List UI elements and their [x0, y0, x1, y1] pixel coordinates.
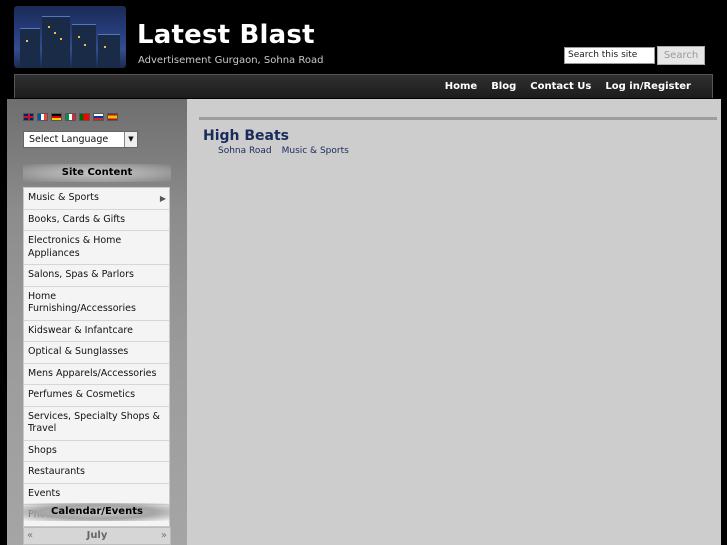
- search-button[interactable]: Search: [657, 46, 705, 65]
- russian-flag-icon[interactable]: [93, 113, 104, 121]
- page-edge: [721, 99, 727, 545]
- logo-building: [20, 28, 40, 68]
- calendar-month: July: [86, 530, 108, 541]
- sidebar: Select Language ▼ Site Content Music & S…: [7, 99, 187, 545]
- site-content-title: Site Content: [23, 164, 171, 182]
- site-header: Latest Blast Advertisement Gurgaon, Sohn…: [0, 0, 727, 74]
- nav-contact-us[interactable]: Contact Us: [523, 75, 598, 99]
- menu-item-music-sports[interactable]: Music & Sports ▶: [24, 188, 169, 210]
- logo-building: [98, 34, 120, 68]
- portuguese-flag-icon[interactable]: [79, 113, 90, 121]
- nav-blog[interactable]: Blog: [484, 75, 523, 99]
- chevron-down-icon: ▼: [124, 132, 137, 147]
- nav-login-register[interactable]: Log in/Register: [598, 75, 698, 99]
- calendar-title: Calendar/Events: [23, 503, 171, 521]
- menu-item-shops[interactable]: Shops: [24, 441, 169, 462]
- logo-window: [60, 38, 62, 40]
- english-flag-icon[interactable]: [23, 113, 34, 121]
- german-flag-icon[interactable]: [51, 113, 62, 121]
- menu-item-home-furnishing[interactable]: Home Furnishing/Accessories: [24, 287, 169, 321]
- menu-item-kidswear[interactable]: Kidswear & Infantcare: [24, 321, 169, 342]
- site-tagline: Advertisement Gurgaon, Sohna Road: [138, 55, 324, 66]
- language-select[interactable]: Select Language ▼: [23, 131, 138, 148]
- post-title[interactable]: High Beats: [203, 128, 289, 144]
- post-meta: Sohna Road Music & Sports: [218, 146, 349, 156]
- menu-item-salons[interactable]: Salons, Spas & Parlors: [24, 265, 169, 287]
- menu-item-restaurants[interactable]: Restaurants: [24, 462, 169, 484]
- main-content: High Beats Sohna Road Music & Sports: [187, 99, 721, 545]
- menu-item-books-cards-gifts[interactable]: Books, Cards & Gifts: [24, 210, 169, 231]
- menu-item-label: Music & Sports: [28, 192, 99, 203]
- menu-item-events[interactable]: Events: [24, 484, 169, 505]
- logo-building: [72, 24, 96, 68]
- nav-home[interactable]: Home: [438, 75, 484, 99]
- logo-window: [78, 36, 80, 38]
- italian-flag-icon[interactable]: [65, 113, 76, 121]
- french-flag-icon[interactable]: [37, 113, 48, 121]
- menu-item-optical[interactable]: Optical & Sunglasses: [24, 342, 169, 364]
- chevron-right-icon: ▶: [159, 194, 166, 203]
- site-content-menu: Music & Sports ▶ Books, Cards & Gifts El…: [23, 187, 170, 527]
- menu-item-services[interactable]: Services, Specialty Shops & Travel: [24, 407, 169, 441]
- spanish-flag-icon[interactable]: [107, 113, 118, 121]
- site-logo[interactable]: [14, 6, 126, 68]
- post-location-link[interactable]: Sohna Road: [218, 146, 272, 156]
- menu-item-perfumes[interactable]: Perfumes & Cosmetics: [24, 385, 169, 407]
- search-input[interactable]: Search this site: [564, 47, 655, 64]
- site-title[interactable]: Latest Blast: [137, 20, 315, 50]
- menu-item-mens-apparels[interactable]: Mens Apparels/Accessories: [24, 364, 169, 385]
- calendar-nav: « July »: [23, 527, 171, 545]
- logo-building: [42, 16, 70, 68]
- logo-window: [48, 26, 50, 28]
- language-flags: [23, 113, 118, 121]
- language-select-value: Select Language: [29, 134, 109, 145]
- content-divider: [199, 117, 717, 120]
- calendar-next-button[interactable]: »: [161, 530, 167, 541]
- logo-window: [54, 32, 56, 34]
- main-nav: Home Blog Contact Us Log in/Register: [14, 74, 713, 98]
- logo-window: [104, 46, 106, 48]
- logo-window: [26, 40, 28, 42]
- post-category-link[interactable]: Music & Sports: [282, 146, 349, 156]
- logo-window: [84, 44, 86, 46]
- menu-item-electronics[interactable]: Electronics & Home Appliances: [24, 231, 169, 265]
